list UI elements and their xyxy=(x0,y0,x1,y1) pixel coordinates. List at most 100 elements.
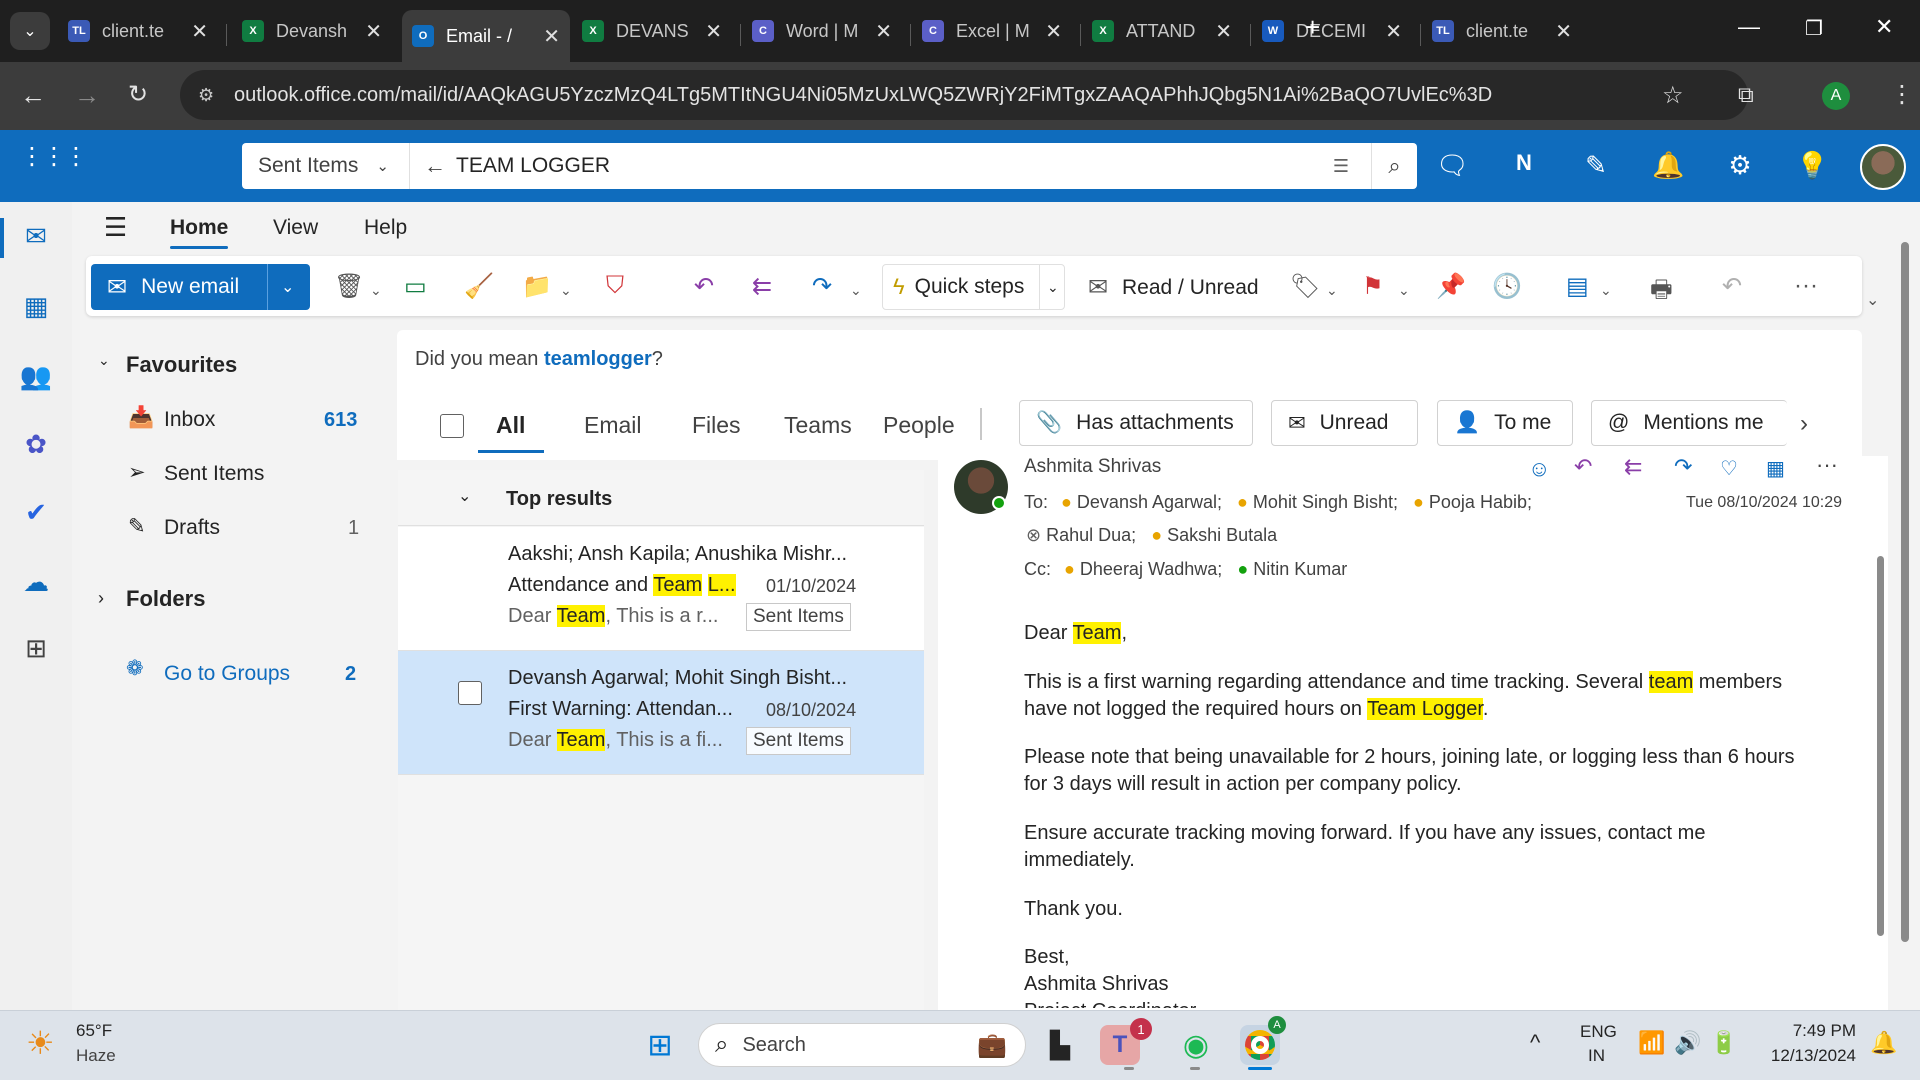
select-all-checkbox[interactable] xyxy=(440,414,464,438)
did-you-mean-suggestion[interactable]: teamlogger xyxy=(544,348,652,370)
reply-all-icon[interactable]: ⇇ xyxy=(1624,454,1642,480)
new-tab-button[interactable]: + xyxy=(1305,12,1320,43)
close-tab-icon[interactable]: ✕ xyxy=(1385,19,1402,44)
more-options-icon[interactable]: ··· xyxy=(1816,452,1838,478)
rules-icon[interactable]: ▤ xyxy=(1566,272,1589,301)
minimize-button[interactable]: — xyxy=(1738,14,1760,40)
tab-search-button[interactable]: ⌄ xyxy=(10,12,50,50)
tab-teams[interactable]: Teams xyxy=(784,412,852,439)
move-to-folder-icon[interactable]: 📁 xyxy=(522,272,552,301)
emoji-react-icon[interactable]: ☺ xyxy=(1528,456,1550,482)
onedrive-cloud-icon[interactable]: ☁ xyxy=(20,566,52,598)
my-day-icon[interactable]: ✎ xyxy=(1580,150,1612,181)
onenote-icon[interactable]: N xyxy=(1508,150,1540,176)
todo-check-icon[interactable]: ✔ xyxy=(20,496,52,528)
filter-has-attachments[interactable]: 📎 Has attachments xyxy=(1019,400,1253,446)
snooze-clock-icon[interactable]: 🕓 xyxy=(1492,272,1522,301)
clock-time[interactable]: 7:49 PM xyxy=(1788,1021,1856,1041)
recipient[interactable]: Nitin Kumar xyxy=(1253,559,1347,579)
restore-button[interactable]: ❐ xyxy=(1805,16,1823,41)
close-tab-icon[interactable]: ✕ xyxy=(875,19,892,44)
battery-icon[interactable]: 🔋 xyxy=(1710,1030,1737,1056)
forward-icon[interactable]: → xyxy=(74,80,100,111)
profile-avatar[interactable]: A xyxy=(1822,82,1850,110)
teams-groups-icon[interactable]: ✿ xyxy=(20,428,52,460)
recipient[interactable]: Pooja Habib; xyxy=(1429,492,1532,512)
browser-menu-icon[interactable]: ⋮ xyxy=(1890,80,1914,109)
favourites-header[interactable]: Favourites xyxy=(126,352,237,378)
tab-email[interactable]: Email xyxy=(584,412,642,439)
recipient[interactable]: Sakshi Butala xyxy=(1167,525,1277,545)
browser-tab[interactable]: X ATTAND ✕ xyxy=(1082,12,1242,50)
reload-icon[interactable]: ↻ xyxy=(128,80,148,109)
search-query[interactable]: TEAM LOGGER xyxy=(456,154,610,178)
bookmark-star-icon[interactable]: ☆ xyxy=(1662,81,1684,110)
app-launcher-icon[interactable]: ⋮⋮⋮ xyxy=(20,145,88,169)
filter-unread[interactable]: ✉ Unread xyxy=(1271,400,1418,446)
calendar-icon[interactable]: ▦ xyxy=(20,290,52,322)
read-envelope-icon[interactable]: ✉ xyxy=(1088,273,1108,302)
folders-header[interactable]: Folders xyxy=(126,586,205,612)
recipient[interactable]: Rahul Dua; xyxy=(1046,525,1136,545)
page-scrollbar[interactable] xyxy=(1898,202,1912,1010)
language-region[interactable]: IN xyxy=(1588,1046,1605,1066)
user-avatar[interactable] xyxy=(1860,144,1906,190)
menu-help[interactable]: Help xyxy=(364,216,407,240)
volume-icon[interactable]: 🔊 xyxy=(1674,1030,1701,1056)
reply-icon[interactable]: ↶ xyxy=(1574,454,1592,480)
notification-center-icon[interactable]: 🔔 xyxy=(1870,1030,1897,1056)
pin-icon[interactable]: 📌 xyxy=(1436,272,1466,301)
recipient[interactable]: Mohit Singh Bisht; xyxy=(1253,492,1398,512)
reply-icon[interactable]: ↶ xyxy=(694,272,714,301)
delete-trash-icon[interactable]: 🗑 xyxy=(334,272,364,301)
browser-tab[interactable]: C Excel | M ✕ xyxy=(912,12,1072,50)
filter-mentions-me[interactable]: @ Mentions me xyxy=(1591,400,1787,446)
more-apps-icon[interactable]: ⊞ xyxy=(20,632,52,664)
scroll-thumb[interactable] xyxy=(1901,242,1909,942)
close-window-button[interactable]: ✕ xyxy=(1875,14,1893,40)
more-actions-icon[interactable]: ··· xyxy=(1794,272,1818,300)
close-tab-icon[interactable]: ✕ xyxy=(191,19,208,44)
undo-icon[interactable]: ↶ xyxy=(1722,272,1742,301)
address-bar[interactable]: ⚙ outlook.office.com/mail/id/AAQkAGU5Yzc… xyxy=(180,70,1748,120)
close-tab-icon[interactable]: ✕ xyxy=(365,19,382,44)
back-icon[interactable]: ← xyxy=(20,80,46,111)
close-tab-icon[interactable]: ✕ xyxy=(705,19,722,44)
recipient[interactable]: Dheeraj Wadhwa; xyxy=(1080,559,1222,579)
settings-gear-icon[interactable]: ⚙ xyxy=(1724,150,1756,181)
teams-chat-icon[interactable]: 🗨 xyxy=(1436,150,1469,181)
tag-icon[interactable]: 🏷 xyxy=(1290,272,1320,301)
forward-icon[interactable]: ↷ xyxy=(812,272,832,301)
notifications-bell-icon[interactable]: 🔔 xyxy=(1652,150,1684,181)
chevron-down-icon[interactable]: ⌄ xyxy=(1398,282,1410,299)
flag-icon[interactable]: ⚑ xyxy=(1362,272,1384,301)
browser-tab[interactable]: TL client.te ✕ xyxy=(58,12,218,50)
item-checkbox[interactable] xyxy=(458,681,482,705)
chevron-down-icon[interactable]: ⌄ xyxy=(1326,282,1338,299)
weather-desc[interactable]: Haze xyxy=(76,1046,116,1066)
chevron-down-icon[interactable]: ⌄ xyxy=(1600,282,1612,299)
chevron-down-icon[interactable]: ⌄ xyxy=(560,282,572,299)
new-email-button[interactable]: ✉ New email ⌄ xyxy=(91,264,310,310)
quick-steps-button[interactable]: ϟ Quick steps ⌄ xyxy=(882,264,1065,310)
search-icon[interactable]: ⌕ xyxy=(1371,143,1417,189)
go-to-groups-link[interactable]: Go to Groups xyxy=(164,662,290,686)
close-tab-icon[interactable]: ✕ xyxy=(1215,19,1232,44)
apps-grid-icon[interactable]: ▦ xyxy=(1766,456,1785,481)
search-scope-dropdown[interactable]: Sent Items ⌄ xyxy=(242,143,410,189)
weather-haze-icon[interactable]: ☀ xyxy=(26,1024,55,1062)
extensions-icon[interactable]: ⧉ xyxy=(1738,82,1754,108)
filter-icon[interactable]: ☰ xyxy=(1333,156,1349,177)
folder-sent-items[interactable]: Sent Items xyxy=(164,462,264,486)
weather-temp[interactable]: 65°F xyxy=(76,1021,112,1041)
browser-tab[interactable]: C Word | M ✕ xyxy=(742,12,902,50)
clock-date[interactable]: 12/13/2024 xyxy=(1762,1046,1856,1066)
hamburger-menu-icon[interactable]: ☰ xyxy=(104,212,127,243)
heart-like-icon[interactable]: ♡ xyxy=(1720,456,1738,481)
reply-all-icon[interactable]: ⇇ xyxy=(752,272,772,301)
print-icon[interactable]: 🖶 xyxy=(1650,272,1673,313)
chevron-down-icon[interactable]: ⌄ xyxy=(281,277,294,297)
browser-tab[interactable]: W DECEMI ✕ xyxy=(1252,12,1412,50)
tab-files[interactable]: Files xyxy=(692,412,741,439)
site-info-icon[interactable]: ⚙ xyxy=(198,85,214,106)
